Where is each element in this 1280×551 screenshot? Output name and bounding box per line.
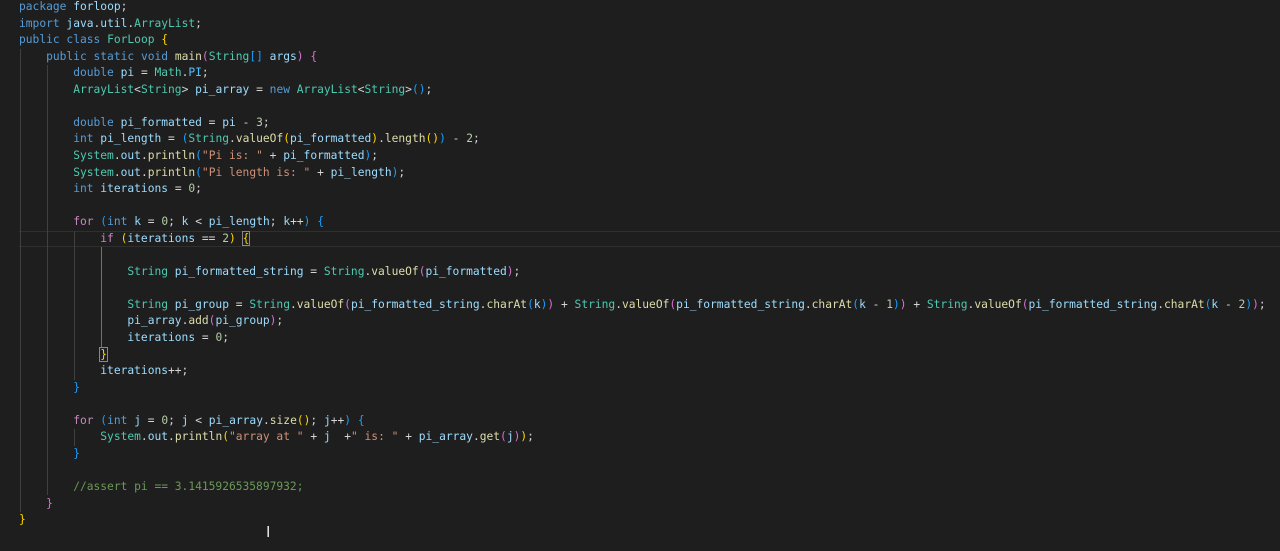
code-line: String pi_formatted_string = String.valu… (127, 264, 521, 278)
code-line: System.out.println("Pi is: " + pi_format… (73, 148, 379, 162)
code-line: ArrayList<String> pi_array = new ArrayLi… (73, 82, 433, 96)
code-line: import java.util.ArrayList; (19, 16, 202, 30)
code-line: } (46, 496, 53, 510)
code-line: pi_array.add(pi_group); (127, 314, 284, 328)
code-line: } (73, 446, 80, 460)
code-line: for (int k = 0; k < pi_length; k++) { (73, 215, 324, 229)
code-line: double pi = Math.PI; (73, 66, 209, 80)
code-line: iterations++; (100, 364, 189, 378)
code-line: if (iterations == 2) { (100, 230, 251, 246)
code-line: public class ForLoop { (19, 33, 169, 47)
code-line: int iterations = 0; (73, 182, 202, 196)
code-line: String pi_group = String.valueOf(pi_form… (127, 297, 1266, 311)
code-line: } (73, 380, 80, 394)
code-line: int pi_length = (String.valueOf(pi_forma… (73, 132, 480, 146)
code-line: public static void main(String[] args) { (46, 49, 318, 63)
code-line: package forloop; (19, 0, 128, 13)
code-line: } (19, 513, 26, 527)
code-line: System.out.println("array at " + j +" is… (100, 430, 534, 444)
code-line: } (99, 346, 109, 362)
code-line: for (int j = 0; j < pi_array.size(); j++… (73, 413, 365, 427)
text-cursor-icon: I (266, 523, 271, 541)
code-editor[interactable]: package forloop; import java.util.ArrayLi… (0, 0, 1280, 551)
code-line: System.out.println("Pi length is: " + pi… (73, 165, 406, 179)
code-line: //assert pi == 3.1415926535897932; (73, 479, 304, 493)
code-line: iterations = 0; (127, 331, 230, 344)
code-line: double pi_formatted = pi - 3; (73, 115, 270, 129)
